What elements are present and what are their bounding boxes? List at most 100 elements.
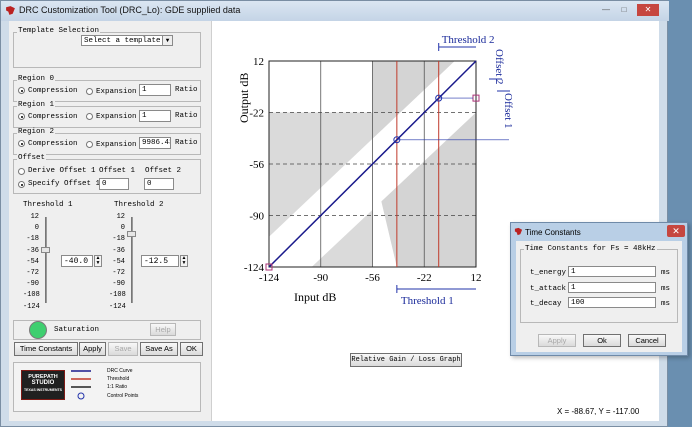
dialog-ok-button[interactable]: Ok [583, 334, 621, 347]
threshold2-label: Threshold 2 [442, 34, 495, 46]
template-select[interactable]: Select a template ▼ [81, 35, 173, 46]
title-bar: DRC Customization Tool (DRC_Lo): GDE sup… [1, 1, 669, 21]
help-button[interactable]: Help [150, 323, 176, 336]
saturation-label: Saturation [54, 326, 100, 334]
y-tick-label: -56 [249, 159, 264, 171]
t-attack-label: t_attack [530, 285, 567, 293]
threshold2-input[interactable]: -12.5 [141, 255, 179, 267]
scale1-tick: -72 [26, 269, 39, 277]
dialog-cancel-button[interactable]: Cancel [628, 334, 666, 347]
scale1-tick: -108 [23, 291, 40, 300]
t-energy-label: t_energy [530, 269, 567, 277]
region2-ratio-input[interactable]: 9986.43 [139, 137, 171, 149]
legend-symbols [71, 370, 91, 400]
y-tick-label: -22 [249, 108, 264, 120]
offset1-input[interactable]: 0 [99, 178, 129, 190]
threshold1-input[interactable]: -40.0 [61, 255, 93, 267]
saturation-led [29, 321, 47, 339]
client-area: Template Selection Select a template ▼ R… [9, 21, 659, 421]
region2-compression-label: Compression [28, 140, 78, 148]
y-tick-label: -124 [244, 262, 265, 274]
legend-threshold: Threshold [107, 376, 130, 382]
offset-group-label: Offset [17, 154, 47, 162]
x-axis-label: Input dB [294, 290, 336, 304]
t-decay-input[interactable]: 100 [568, 297, 656, 308]
region0-compression-radio[interactable] [18, 87, 25, 94]
scale1-tick: -54 [26, 257, 39, 266]
time-constants-button[interactable]: Time Constants [14, 342, 78, 356]
dialog-close-button[interactable]: ✕ [667, 225, 685, 237]
threshold1-slider-track[interactable] [45, 217, 47, 303]
specify-offset-label: Specify Offset 1 [28, 180, 101, 188]
x-tick-label: -22 [417, 272, 432, 284]
region2-expansion-radio[interactable] [86, 141, 93, 148]
region2-compression-radio[interactable] [18, 140, 25, 147]
region0-ratio-label: Ratio [175, 86, 198, 94]
region0-ratio-input[interactable]: 1 [139, 84, 171, 96]
scale1-tick: 0 [34, 224, 39, 233]
scale2-tick: -90 [112, 280, 125, 289]
relative-gain-graph-button[interactable]: Relative Gain / Loss Graph [350, 353, 462, 367]
t-attack-input[interactable]: 1 [568, 282, 656, 293]
t-energy-unit: ms [661, 269, 671, 277]
template-select-value: Select a template [84, 37, 161, 45]
region2-label: Region 2 [17, 128, 56, 136]
apply-button[interactable]: Apply [79, 342, 106, 356]
save-button[interactable]: Save [108, 342, 138, 356]
derive-offset-radio[interactable] [18, 168, 25, 175]
region1-label: Region 1 [17, 101, 56, 109]
save-as-button[interactable]: Save As [140, 342, 178, 356]
drc-graph-panel: -124 -90 -56 -22 12 12 -22 -56 -90 -124 Input dB Ou… [214, 21, 659, 421]
offset2-input[interactable]: 0 [144, 178, 174, 190]
scale2-tick: -54 [112, 257, 125, 266]
maximize-button[interactable]: □ [617, 4, 631, 16]
t-decay-label: t_decay [530, 300, 562, 308]
legend-ratio: 1:1 Ratio [107, 384, 128, 390]
legend-drc-curve: DRC Curve [107, 368, 133, 374]
main-window: DRC Customization Tool (DRC_Lo): GDE sup… [0, 0, 669, 427]
threshold1-slider-thumb[interactable] [41, 247, 50, 253]
offset1-label: Offset 1 [99, 167, 136, 175]
scale2-tick: -108 [109, 291, 126, 300]
minimize-button[interactable]: — [599, 4, 613, 16]
threshold2-slider-track[interactable] [131, 217, 133, 303]
purepath-studio-logo: PUREPATH STUDIO TEXAS INSTRUMENTS [21, 370, 65, 400]
region1-expansion-radio[interactable] [86, 113, 93, 120]
ok-button[interactable]: OK [180, 342, 203, 356]
region0-expansion-radio[interactable] [86, 88, 93, 95]
chevron-down-icon: ▼ [162, 36, 172, 45]
t-energy-input[interactable]: 1 [568, 266, 656, 277]
x-tick-label: 12 [471, 272, 482, 284]
close-button[interactable]: ✕ [637, 4, 659, 16]
threshold2-spinner[interactable]: ▲ ▼ [180, 255, 188, 267]
texas-instruments-icon [514, 227, 523, 236]
scale2-tick: -72 [112, 269, 125, 277]
dialog-title: Time Constants [525, 228, 581, 237]
region1-ratio-input[interactable]: 1 [139, 110, 171, 122]
legend-control-point-swatch [77, 392, 85, 400]
threshold1-spinner[interactable]: ▲ ▼ [94, 255, 102, 267]
window-title: DRC Customization Tool (DRC_Lo): GDE sup… [19, 5, 241, 15]
region0-expansion-label: Expansion [96, 88, 137, 96]
scale1-tick: -124 [23, 302, 40, 311]
region1-compression-radio[interactable] [18, 113, 25, 120]
dialog-body: Time Constants for Fs = 48kHz t_energy 1… [516, 241, 682, 352]
scale1-tick: -36 [26, 246, 39, 255]
logo-line3: TEXAS INSTRUMENTS [24, 388, 62, 392]
scale1-tick: 12 [30, 213, 39, 221]
dialog-apply-button[interactable]: Apply [538, 334, 576, 347]
threshold2-slider-thumb[interactable] [127, 231, 136, 237]
offset2-label: Offset 2 [145, 167, 182, 175]
time-constants-dialog: Time Constants ✕ Time Constants for Fs =… [510, 222, 688, 356]
scale2-tick: -18 [112, 235, 125, 244]
threshold2-title: Threshold 2 [114, 201, 164, 209]
scale2-tick: 0 [120, 224, 125, 233]
scale1-tick: -90 [26, 280, 39, 289]
region1-ratio-label: Ratio [175, 112, 198, 120]
specify-offset-radio[interactable] [18, 181, 25, 188]
threshold1-label: Threshold 1 [401, 295, 454, 307]
scale2-tick: -124 [109, 302, 126, 311]
x-tick-label: -90 [313, 272, 328, 284]
scale2-tick: -36 [112, 246, 125, 255]
dialog-group-label: Time Constants for Fs = 48kHz [524, 245, 657, 253]
